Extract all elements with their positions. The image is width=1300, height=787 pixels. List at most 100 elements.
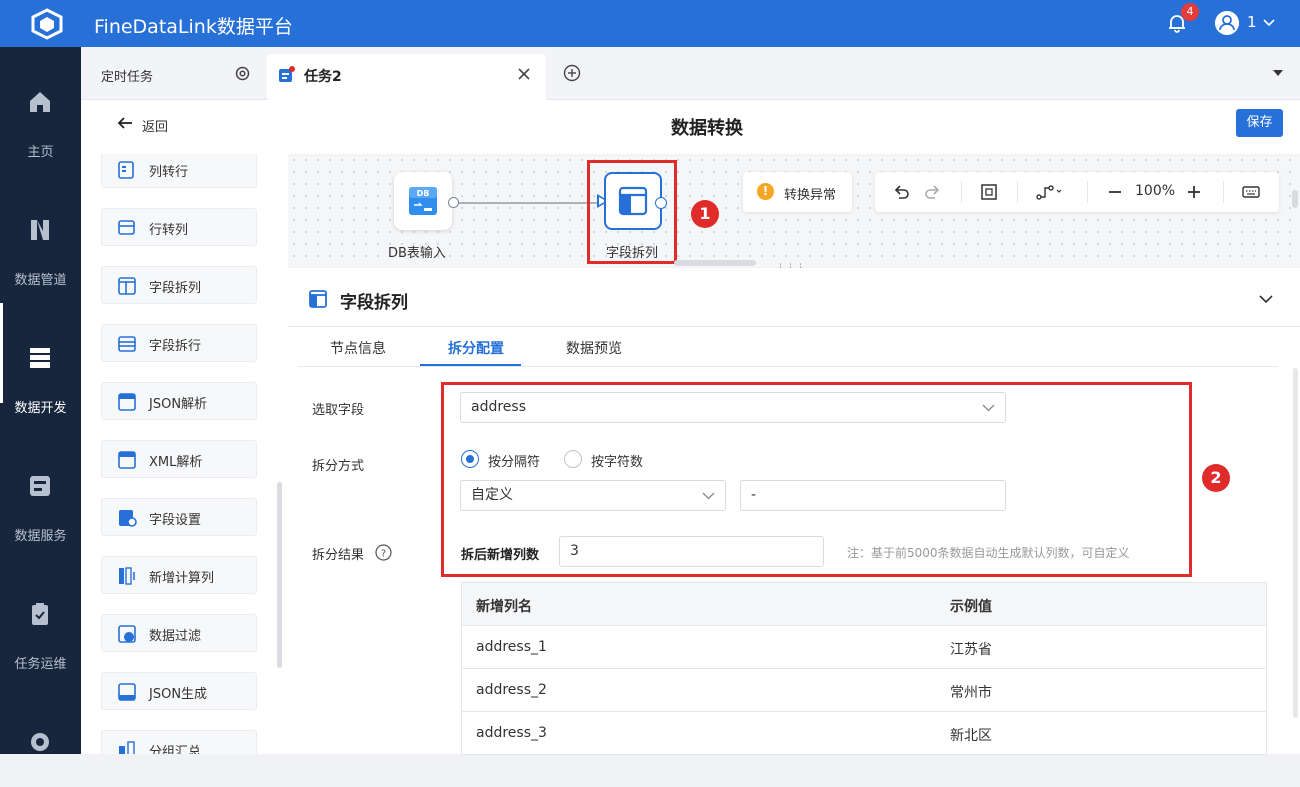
tab-bar: 定时任务 任务2	[81, 47, 1300, 100]
active-indicator	[0, 303, 3, 403]
column-header: 示例值	[950, 599, 992, 615]
operator-list-scrollbar[interactable]	[277, 482, 282, 668]
operator-col-to-row[interactable]: 列转行	[101, 154, 257, 188]
tab-task[interactable]: 任务2	[267, 54, 546, 100]
filter-icon	[118, 625, 136, 643]
table-cell: 江苏省	[950, 642, 992, 658]
notification-badge: 4	[1181, 3, 1199, 21]
tab-menu-icon[interactable]	[1273, 70, 1283, 76]
flow-canvas[interactable]: DB DB表输入 字段拆列 1 ! 转换异常 100%	[288, 154, 1300, 273]
operator-filter[interactable]: 数据过滤	[101, 614, 257, 652]
nav-item-service[interactable]: 数据服务	[0, 431, 81, 544]
operator-calc-col[interactable]: 新增计算列	[101, 556, 257, 594]
col-to-row-icon	[118, 161, 134, 179]
back-arrow-icon[interactable]	[117, 115, 133, 131]
result-label: 拆分结果	[312, 548, 365, 563]
operator-group-sum[interactable]: 分组汇总	[101, 730, 257, 754]
warning-label: 转换异常	[784, 188, 837, 203]
xml-parse-icon	[118, 451, 136, 469]
tab-scheduled[interactable]: 定时任务	[81, 47, 267, 100]
field-setting-icon	[119, 510, 137, 527]
table-cell: 常州市	[950, 685, 992, 701]
tab-task-label: 任务2	[304, 69, 342, 85]
service-icon	[30, 476, 50, 496]
tab-data-preview[interactable]: 数据预览	[566, 338, 622, 358]
operator-json-gen[interactable]: JSON生成	[101, 672, 257, 710]
operator-field-setting[interactable]: 字段设置	[101, 498, 257, 536]
pipeline-icon	[31, 220, 49, 240]
table-cell: address_2	[476, 682, 547, 698]
nav-item-settings[interactable]	[0, 687, 81, 787]
app-title: FineDataLink数据平台	[94, 16, 293, 38]
operator-label: 字段设置	[149, 513, 202, 528]
back-button[interactable]: 返回	[142, 116, 168, 135]
chevron-down-icon[interactable]	[1262, 16, 1276, 30]
node-db-label: DB表输入	[388, 246, 446, 261]
operator-split-col[interactable]: 字段拆列	[101, 266, 257, 304]
operator-label: 字段拆列	[149, 281, 202, 296]
output-port[interactable]	[448, 197, 459, 208]
svg-text:?: ?	[381, 549, 386, 560]
highlight-box	[587, 160, 677, 264]
toolbar-divider	[1017, 181, 1018, 203]
nav-item-pipeline[interactable]: 数据管道	[0, 175, 81, 288]
calc-col-icon	[119, 567, 135, 585]
undo-icon[interactable]	[891, 182, 911, 202]
connector-style-icon[interactable]	[1035, 182, 1065, 202]
operator-row-to-col[interactable]: 行转列	[101, 208, 257, 246]
help-icon[interactable]: ?	[375, 544, 392, 561]
page-title: 数据转换	[671, 118, 743, 139]
row-to-col-icon	[118, 220, 135, 235]
task-icon	[279, 66, 295, 82]
table-header: 新增列名 示例值	[462, 583, 1266, 626]
canvas-scrollbar-vertical[interactable]	[1292, 190, 1298, 208]
flow-edge[interactable]	[452, 202, 598, 204]
close-icon[interactable]	[517, 67, 531, 81]
divider	[288, 326, 1300, 327]
operator-list: 列转行 行转列 字段拆列 字段拆行 JSON解析 XML解析 字段设置 新增计算…	[81, 154, 288, 754]
json-parse-icon	[118, 393, 136, 411]
table-cell: address_1	[476, 639, 547, 655]
canvas-scrollbar-horizontal[interactable]	[674, 260, 756, 266]
config-panel: 字段拆列 节点信息 拆分配置 数据预览 选取字段 address 拆分方式 按分…	[288, 268, 1300, 755]
tab-split-config[interactable]: 拆分配置	[448, 338, 504, 358]
operator-label: 新增计算列	[149, 571, 215, 586]
nav-item-home[interactable]: 主页	[0, 47, 81, 160]
zoom-out-icon[interactable]	[1105, 182, 1125, 202]
add-tab-icon[interactable]	[563, 64, 581, 82]
nav-label-ops: 任务运维	[14, 657, 67, 672]
nav-label-dev: 数据开发	[14, 401, 67, 416]
step-marker: 2	[1202, 464, 1230, 492]
redo-icon[interactable]	[923, 182, 943, 202]
operator-label: 数据过滤	[149, 629, 202, 644]
operator-label: 分组汇总	[149, 745, 202, 754]
avatar[interactable]	[1215, 11, 1239, 35]
fit-view-icon[interactable]	[979, 182, 999, 202]
operator-json-parse[interactable]: JSON解析	[101, 382, 257, 420]
nav-item-ops[interactable]: 任务运维	[0, 559, 81, 672]
db-icon: DB	[409, 187, 437, 215]
panel-title: 字段拆列	[340, 293, 408, 313]
keyboard-icon[interactable]	[1241, 182, 1261, 202]
zoom-in-icon[interactable]	[1184, 182, 1204, 202]
tab-node-info[interactable]: 节点信息	[330, 338, 386, 358]
warning-icon: !	[757, 183, 774, 200]
dev-icon	[30, 348, 50, 368]
node-db-input[interactable]: DB	[394, 172, 452, 230]
gear-icon[interactable]	[234, 65, 251, 82]
operator-label: JSON解析	[149, 397, 208, 412]
conversion-error-button[interactable]: ! 转换异常	[743, 172, 852, 212]
save-button[interactable]: 保存	[1236, 109, 1283, 137]
chevron-down-icon[interactable]	[1258, 291, 1274, 307]
operator-xml-parse[interactable]: XML解析	[101, 440, 257, 478]
active-tab-underline	[420, 364, 521, 366]
panel-scrollbar[interactable]	[1293, 368, 1298, 718]
column-header: 新增列名	[476, 599, 532, 615]
nav-item-dev[interactable]: 数据开发	[0, 303, 81, 416]
home-icon	[30, 92, 50, 112]
split-row-icon	[118, 336, 136, 352]
user-name[interactable]: 1	[1247, 13, 1257, 31]
operator-split-row[interactable]: 字段拆行	[101, 324, 257, 362]
split-col-icon	[309, 290, 327, 308]
operator-label: JSON生成	[149, 687, 208, 702]
